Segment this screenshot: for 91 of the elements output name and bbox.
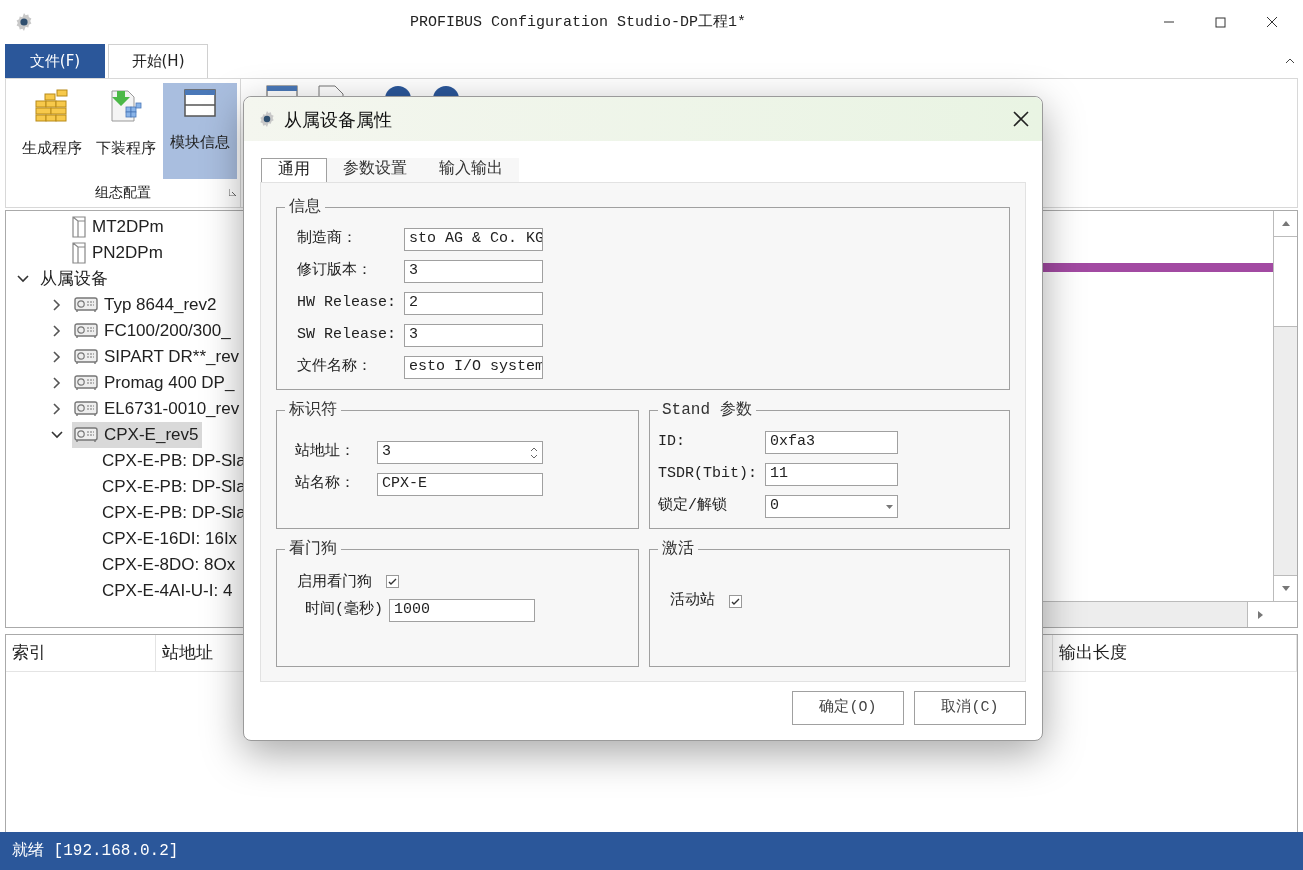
text-field[interactable]: 3 xyxy=(404,324,543,347)
device-icon xyxy=(74,349,98,365)
dialog-tab[interactable]: 参数设置 xyxy=(327,158,423,182)
tree-item[interactable]: PN2DPm xyxy=(70,240,167,266)
check-icon xyxy=(388,576,397,586)
tree-item[interactable]: CPX-E-16DI: 16Ix xyxy=(100,526,242,552)
window-icon xyxy=(184,89,216,117)
ribbon-tab[interactable]: 开始(H) xyxy=(108,44,208,78)
group-title: 看门狗 xyxy=(285,539,341,559)
tree-item[interactable]: Promag 400 DP_ xyxy=(72,370,239,396)
group-title: 信息 xyxy=(285,197,325,217)
close-icon[interactable] xyxy=(1266,16,1278,28)
ribbon-button[interactable]: 下装程序 xyxy=(89,83,163,179)
dialog-tab[interactable]: 输入输出 xyxy=(423,158,519,182)
scroll-down-icon[interactable] xyxy=(1281,586,1290,591)
group-title: Stand 参数 xyxy=(658,400,756,420)
spin-box[interactable]: 3 xyxy=(377,441,543,464)
scroll-right-icon[interactable] xyxy=(1258,610,1263,619)
chevron-right-icon[interactable] xyxy=(52,324,62,338)
chevron-right-icon[interactable] xyxy=(52,376,62,390)
field-label: SW Release: xyxy=(296,325,398,346)
text-field[interactable]: CPX-E xyxy=(377,473,543,496)
field-label: 修订版本： xyxy=(296,260,373,282)
checkbox-label: 活动站 xyxy=(669,591,715,611)
ribbon-button[interactable]: 生成程序 xyxy=(15,83,89,179)
dropdown-caret-icon[interactable] xyxy=(886,504,893,509)
maximize-icon[interactable] xyxy=(1215,16,1226,28)
ribbon-button[interactable]: 模块信息 xyxy=(163,83,237,179)
dialog-button[interactable]: 取消(C) xyxy=(914,691,1026,725)
field-label: ID: xyxy=(658,432,687,453)
field-label: TSDR(Tbit): xyxy=(658,464,759,485)
column-header[interactable]: 输出长度 xyxy=(1053,635,1297,671)
chevron-right-icon[interactable] xyxy=(52,402,62,416)
group-title: 激活 xyxy=(657,539,698,559)
file-menu-tab[interactable]: 文件(F) xyxy=(5,44,105,78)
field-label: HW Release: xyxy=(296,293,398,314)
text-field[interactable]: 0xfa3 xyxy=(765,431,898,454)
field-label: 时间(毫秒) xyxy=(305,599,383,620)
download-icon xyxy=(109,89,143,123)
scroll-thumb[interactable] xyxy=(1274,237,1297,327)
spin-arrows-icon[interactable] xyxy=(530,445,538,460)
text-field[interactable]: 1000 xyxy=(389,598,535,622)
device-icon xyxy=(74,297,98,313)
tree-item[interactable]: CPX-E_rev5 xyxy=(72,422,203,448)
text-field[interactable]: 3 xyxy=(404,260,543,283)
field-label: 锁定/解锁 xyxy=(658,495,729,517)
device-icon xyxy=(74,323,98,339)
checkbox-label: 启用看门狗 xyxy=(297,571,372,592)
tree-item[interactable]: Typ 8644_rev2 xyxy=(72,292,221,318)
device-icon xyxy=(74,375,98,391)
dialog-title: 从属设备属性 xyxy=(284,107,393,132)
tree-item[interactable]: CPX-E-8DO: 8Ox xyxy=(100,552,240,578)
vertical-scrollbar[interactable] xyxy=(1273,211,1297,601)
text-field[interactable]: 11 xyxy=(765,463,898,486)
window-title: PROFIBUS Configuration Studio-DP工程1* xyxy=(410,13,747,33)
scroll-up-icon[interactable] xyxy=(1281,221,1290,226)
checkbox[interactable] xyxy=(728,594,742,608)
group-label: 组态配置 xyxy=(95,183,151,202)
field-label: 制造商： xyxy=(296,228,358,250)
tree-item[interactable]: 从属设备 xyxy=(38,266,112,292)
text-field[interactable]: 2 xyxy=(404,292,543,315)
module-icon xyxy=(72,216,86,238)
status-text: 就绪 [192.168.0.2] xyxy=(12,841,179,862)
checkbox[interactable] xyxy=(386,574,399,588)
tree-item[interactable]: MT2DPm xyxy=(70,214,168,240)
field-label: 文件名称： xyxy=(296,356,373,378)
tree-item[interactable]: FC100/200/300_ xyxy=(72,318,235,344)
dialog-button[interactable]: 确定(O) xyxy=(792,691,904,725)
group-title: 标识符 xyxy=(285,400,341,420)
tree-item[interactable]: CPX-E-4AI-U-I: 4 xyxy=(100,578,237,604)
column-header[interactable]: 索引 xyxy=(6,635,156,671)
field-label: 站地址： xyxy=(295,441,356,463)
gear-icon xyxy=(14,12,34,32)
close-icon[interactable] xyxy=(1012,110,1030,128)
dropdown[interactable]: 0 xyxy=(765,495,898,518)
module-icon xyxy=(72,242,86,264)
check-icon xyxy=(730,596,740,606)
device-icon xyxy=(74,401,98,417)
field-label: 站名称： xyxy=(295,474,356,495)
chevron-down-icon[interactable] xyxy=(16,274,30,284)
chevron-right-icon[interactable] xyxy=(52,350,62,364)
gear-icon xyxy=(258,110,276,128)
chevron-right-icon[interactable] xyxy=(52,298,62,312)
dialog-launcher-icon[interactable] xyxy=(229,189,236,196)
dialog-tab[interactable]: 通用 xyxy=(261,158,327,182)
chevron-down-icon[interactable] xyxy=(50,430,64,440)
collapse-ribbon-icon[interactable] xyxy=(1285,58,1295,64)
bricks-icon xyxy=(35,89,69,123)
device-icon xyxy=(74,427,98,443)
tree-item[interactable]: EL6731-0010_rev xyxy=(72,396,244,422)
tree-item[interactable]: SIPART DR**_rev xyxy=(72,344,244,370)
